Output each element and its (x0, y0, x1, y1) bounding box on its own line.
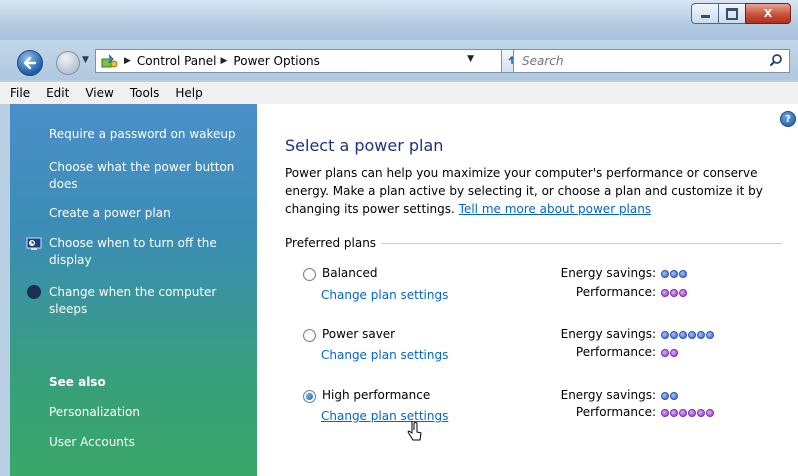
breadcrumb-arrow-icon[interactable]: ▶ (221, 56, 228, 66)
energy-savings-label: Energy savings: (560, 266, 656, 280)
plan-name-power-saver[interactable]: Power saver (322, 327, 395, 341)
rating-dot (679, 409, 687, 417)
energy-savings-label: Energy savings: (560, 327, 656, 341)
performance-label: Performance: (575, 285, 656, 299)
close-button[interactable]: X (745, 3, 791, 24)
change-plan-settings-balanced[interactable]: Change plan settings (321, 288, 448, 302)
energy-savings-rating-power-saver (661, 331, 714, 339)
performance-rating-balanced (661, 289, 687, 297)
minimize-button[interactable] (691, 3, 719, 24)
search-icon[interactable] (769, 53, 783, 67)
rating-dot (661, 331, 669, 339)
rating-dot (670, 409, 678, 417)
performance-label: Performance: (575, 405, 656, 419)
help-icon[interactable]: ? (780, 111, 796, 127)
energy-savings-rating-high-performance (661, 392, 678, 400)
control-panel-icon (100, 52, 120, 70)
rating-dot (670, 392, 678, 400)
rating-dot (688, 331, 696, 339)
menu-help[interactable]: Help (167, 86, 210, 100)
forward-button[interactable] (56, 51, 80, 75)
rating-dot (679, 270, 687, 278)
rating-dot (670, 270, 678, 278)
rating-dot (661, 270, 669, 278)
see-also-heading: See also (49, 375, 106, 389)
change-plan-settings-high-performance[interactable]: Change plan settings (321, 409, 448, 423)
rating-dot (697, 409, 705, 417)
rating-dot (661, 349, 669, 357)
plan-name-high-performance[interactable]: High performance (322, 388, 430, 402)
sidebar-link-create-plan[interactable]: Create a power plan (49, 205, 171, 222)
rating-dot (670, 331, 678, 339)
address-bar[interactable]: ▶ Control Panel ▶ Power Options ▼ (95, 49, 502, 73)
sidebar-link-user-accounts[interactable]: User Accounts (49, 434, 135, 451)
title-bar (0, 0, 798, 40)
back-arrow-icon (23, 56, 37, 70)
breadcrumb-power-options[interactable]: Power Options (233, 54, 319, 68)
radio-power-saver[interactable] (303, 329, 316, 342)
radio-balanced[interactable] (303, 268, 316, 281)
address-dropdown-icon[interactable]: ▼ (467, 54, 474, 64)
plan-name-balanced[interactable]: Balanced (322, 266, 377, 280)
rating-dot (661, 289, 669, 297)
search-input[interactable] (520, 52, 764, 70)
change-plan-settings-power-saver[interactable]: Change plan settings (321, 348, 448, 362)
menu-bar: File Edit View Tools Help (0, 82, 798, 105)
sidebar-link-personalization[interactable]: Personalization (49, 404, 140, 421)
history-dropdown-icon[interactable]: ▼ (82, 55, 89, 65)
back-button[interactable] (17, 50, 43, 76)
rating-dot (670, 349, 678, 357)
performance-rating-high-performance (661, 409, 714, 417)
menu-tools[interactable]: Tools (122, 86, 168, 100)
rating-dot (679, 289, 687, 297)
tell-me-more-link[interactable]: Tell me more about power plans (459, 202, 651, 216)
rating-dot (661, 392, 669, 400)
sidebar-link-require-password[interactable]: Require a password on wakeup (49, 126, 236, 143)
preferred-plans-label: Preferred plans (285, 236, 383, 250)
close-icon: X (763, 7, 773, 20)
mouse-cursor-icon (407, 421, 422, 441)
sidebar-link-power-button[interactable]: Choose what the power button does (49, 159, 259, 193)
rating-dot (706, 331, 714, 339)
energy-savings-label: Energy savings: (560, 388, 656, 402)
page-title: Select a power plan (285, 136, 444, 155)
breadcrumb-control-panel[interactable]: Control Panel (137, 54, 217, 68)
rating-dot (697, 331, 705, 339)
menu-edit[interactable]: Edit (38, 86, 77, 100)
maximize-icon (726, 7, 738, 20)
performance-label: Performance: (575, 345, 656, 359)
page-description: Power plans can help you maximize your c… (285, 164, 790, 218)
maximize-button[interactable] (718, 3, 746, 24)
moon-icon (27, 285, 41, 299)
task-sidebar: Require a password on wakeup Choose what… (10, 104, 257, 476)
rating-dot (679, 331, 687, 339)
rating-dot (661, 409, 669, 417)
search-box[interactable] (513, 49, 790, 73)
rating-dot (670, 289, 678, 297)
breadcrumb-arrow-icon[interactable]: ▶ (124, 56, 131, 66)
rating-dot (688, 409, 696, 417)
energy-savings-rating-balanced (661, 270, 687, 278)
radio-high-performance[interactable] (303, 390, 316, 403)
menu-file[interactable]: File (0, 86, 38, 100)
monitor-clock-icon (26, 237, 42, 250)
performance-rating-power-saver (661, 349, 678, 357)
minimize-icon (700, 15, 710, 18)
rating-dot (706, 409, 714, 417)
sidebar-link-turn-off-display[interactable]: Choose when to turn off the display (49, 235, 249, 269)
sidebar-link-computer-sleeps[interactable]: Change when the computer sleeps (49, 284, 249, 318)
power-options-window: X ▼ ▶ Control Panel ▶ Power Options ▼ Se… (0, 0, 798, 476)
menu-view[interactable]: View (77, 86, 121, 100)
